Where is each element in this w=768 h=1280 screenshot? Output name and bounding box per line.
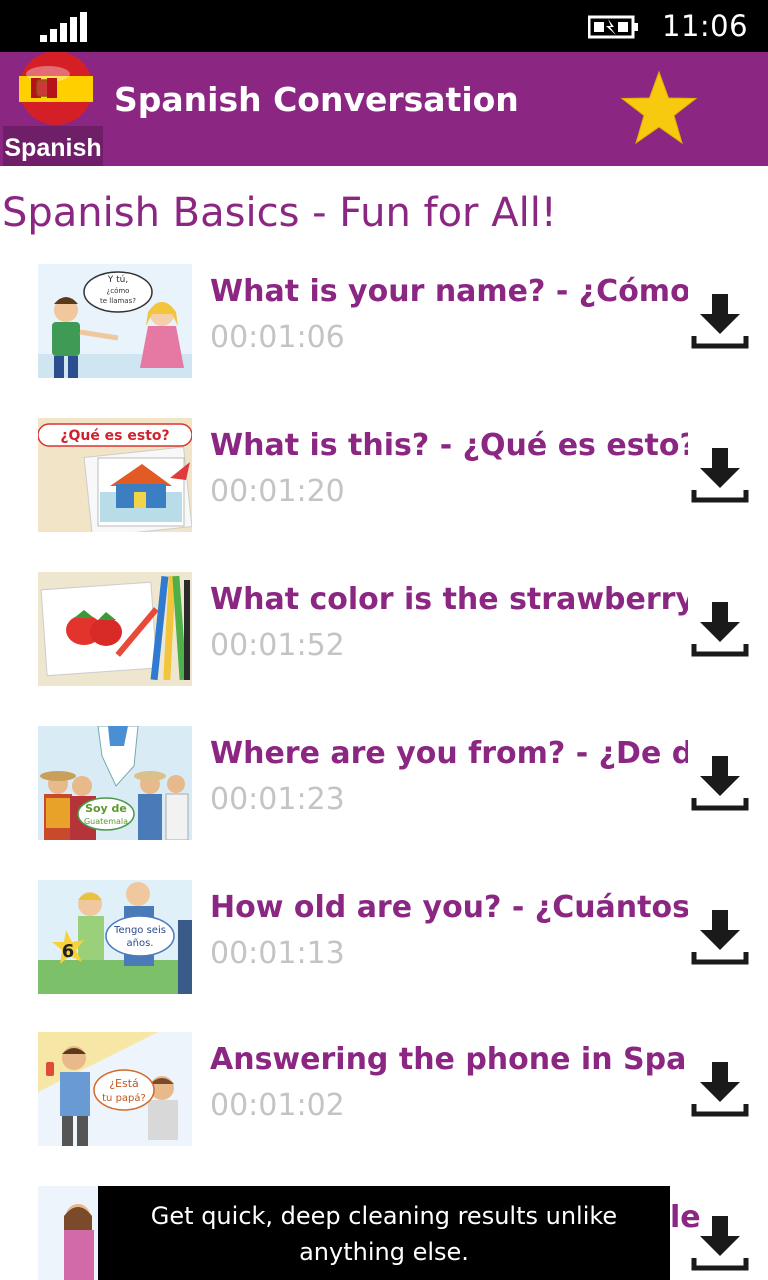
list-item[interactable]: Soy de Guatemala Where are you from? - ¿… [0,726,768,846]
video-title[interactable]: What color is the strawberry? - [210,578,688,622]
download-icon[interactable] [690,600,750,660]
thumb-bubble-text: te llamas? [100,297,136,305]
video-title[interactable]: How old are you? - ¿Cuántos a [210,886,688,930]
thumb-bubble-text: ¿Está [109,1077,139,1090]
thumb-bubble-text: Tengo seis [113,925,166,936]
video-thumbnail[interactable]: Y tú, ¿cómo te llamas? [38,264,192,378]
video-thumbnail[interactable]: 6 Tengo seis años. [38,880,192,994]
video-title[interactable]: What is this? - ¿Qué es esto? b [210,424,688,468]
download-icon[interactable] [690,908,750,968]
video-duration: 00:01:20 [210,474,345,509]
list-item[interactable]: ¿Está tu papá? Answering the phone in Sp… [0,1032,768,1152]
item-text: Where are you from? - ¿De dón 00:01:23 [210,732,688,822]
thumb-bubble-text: Guatemala [84,817,128,826]
video-thumbnail[interactable]: ¿Está tu papá? [38,1032,192,1146]
ad-banner-text: Get quick, deep cleaning results unlike … [98,1198,670,1270]
thumb-bubble-text: ¿cómo [107,287,130,295]
ad-line-2: anything else. [299,1238,469,1266]
video-list: Y tú, ¿cómo te llamas? What is your name… [0,0,768,1280]
ad-banner[interactable]: Get quick, deep cleaning results unlike … [98,1186,670,1280]
download-icon[interactable] [690,292,750,352]
video-thumbnail[interactable] [38,572,192,686]
video-duration: 00:01:02 [210,1088,345,1123]
video-title[interactable]: Answering the phone in Spanis [210,1038,688,1082]
download-icon[interactable] [690,1214,750,1274]
item-text: What color is the strawberry? - 00:01:52 [210,578,688,668]
video-duration: 00:01:23 [210,782,345,817]
thumb-bubble-text: años. [127,938,154,949]
thumb-number: 6 [62,941,75,962]
list-item[interactable]: 6 Tengo seis años. How old are you? - ¿C… [0,880,768,1000]
video-duration: 00:01:06 [210,320,345,355]
video-title[interactable]: What is your name? - ¿Cómo te [210,270,688,314]
video-duration: 00:01:52 [210,628,345,663]
item-text: Answering the phone in Spanis 00:01:02 [210,1038,688,1128]
list-item[interactable]: Y tú, ¿cómo te llamas? What is your name… [0,264,768,384]
video-duration: 00:01:13 [210,936,345,971]
video-thumbnail[interactable]: Soy de Guatemala [38,726,192,840]
download-icon[interactable] [690,754,750,814]
ad-line-1: Get quick, deep cleaning results unlike [150,1202,618,1230]
video-thumbnail[interactable]: ¿Qué es esto? [38,418,192,532]
thumb-bubble-text: Y tú, [107,275,128,285]
item-text: What is your name? - ¿Cómo te 00:01:06 [210,270,688,360]
download-icon[interactable] [690,1060,750,1120]
thumb-bubble-text: Soy de [85,802,127,815]
download-icon[interactable] [690,446,750,506]
item-text: What is this? - ¿Qué es esto? b 00:01:20 [210,424,688,514]
item-text: How old are you? - ¿Cuántos a 00:01:13 [210,886,688,976]
list-item[interactable]: What color is the strawberry? - 00:01:52 [0,572,768,692]
list-item[interactable]: ¿Qué es esto? What is this? - ¿Qué es es… [0,418,768,538]
video-title[interactable]: Where are you from? - ¿De dón [210,732,688,776]
thumb-bubble-text: tu papá? [102,1092,146,1104]
thumb-banner-text: ¿Qué es esto? [60,428,169,444]
